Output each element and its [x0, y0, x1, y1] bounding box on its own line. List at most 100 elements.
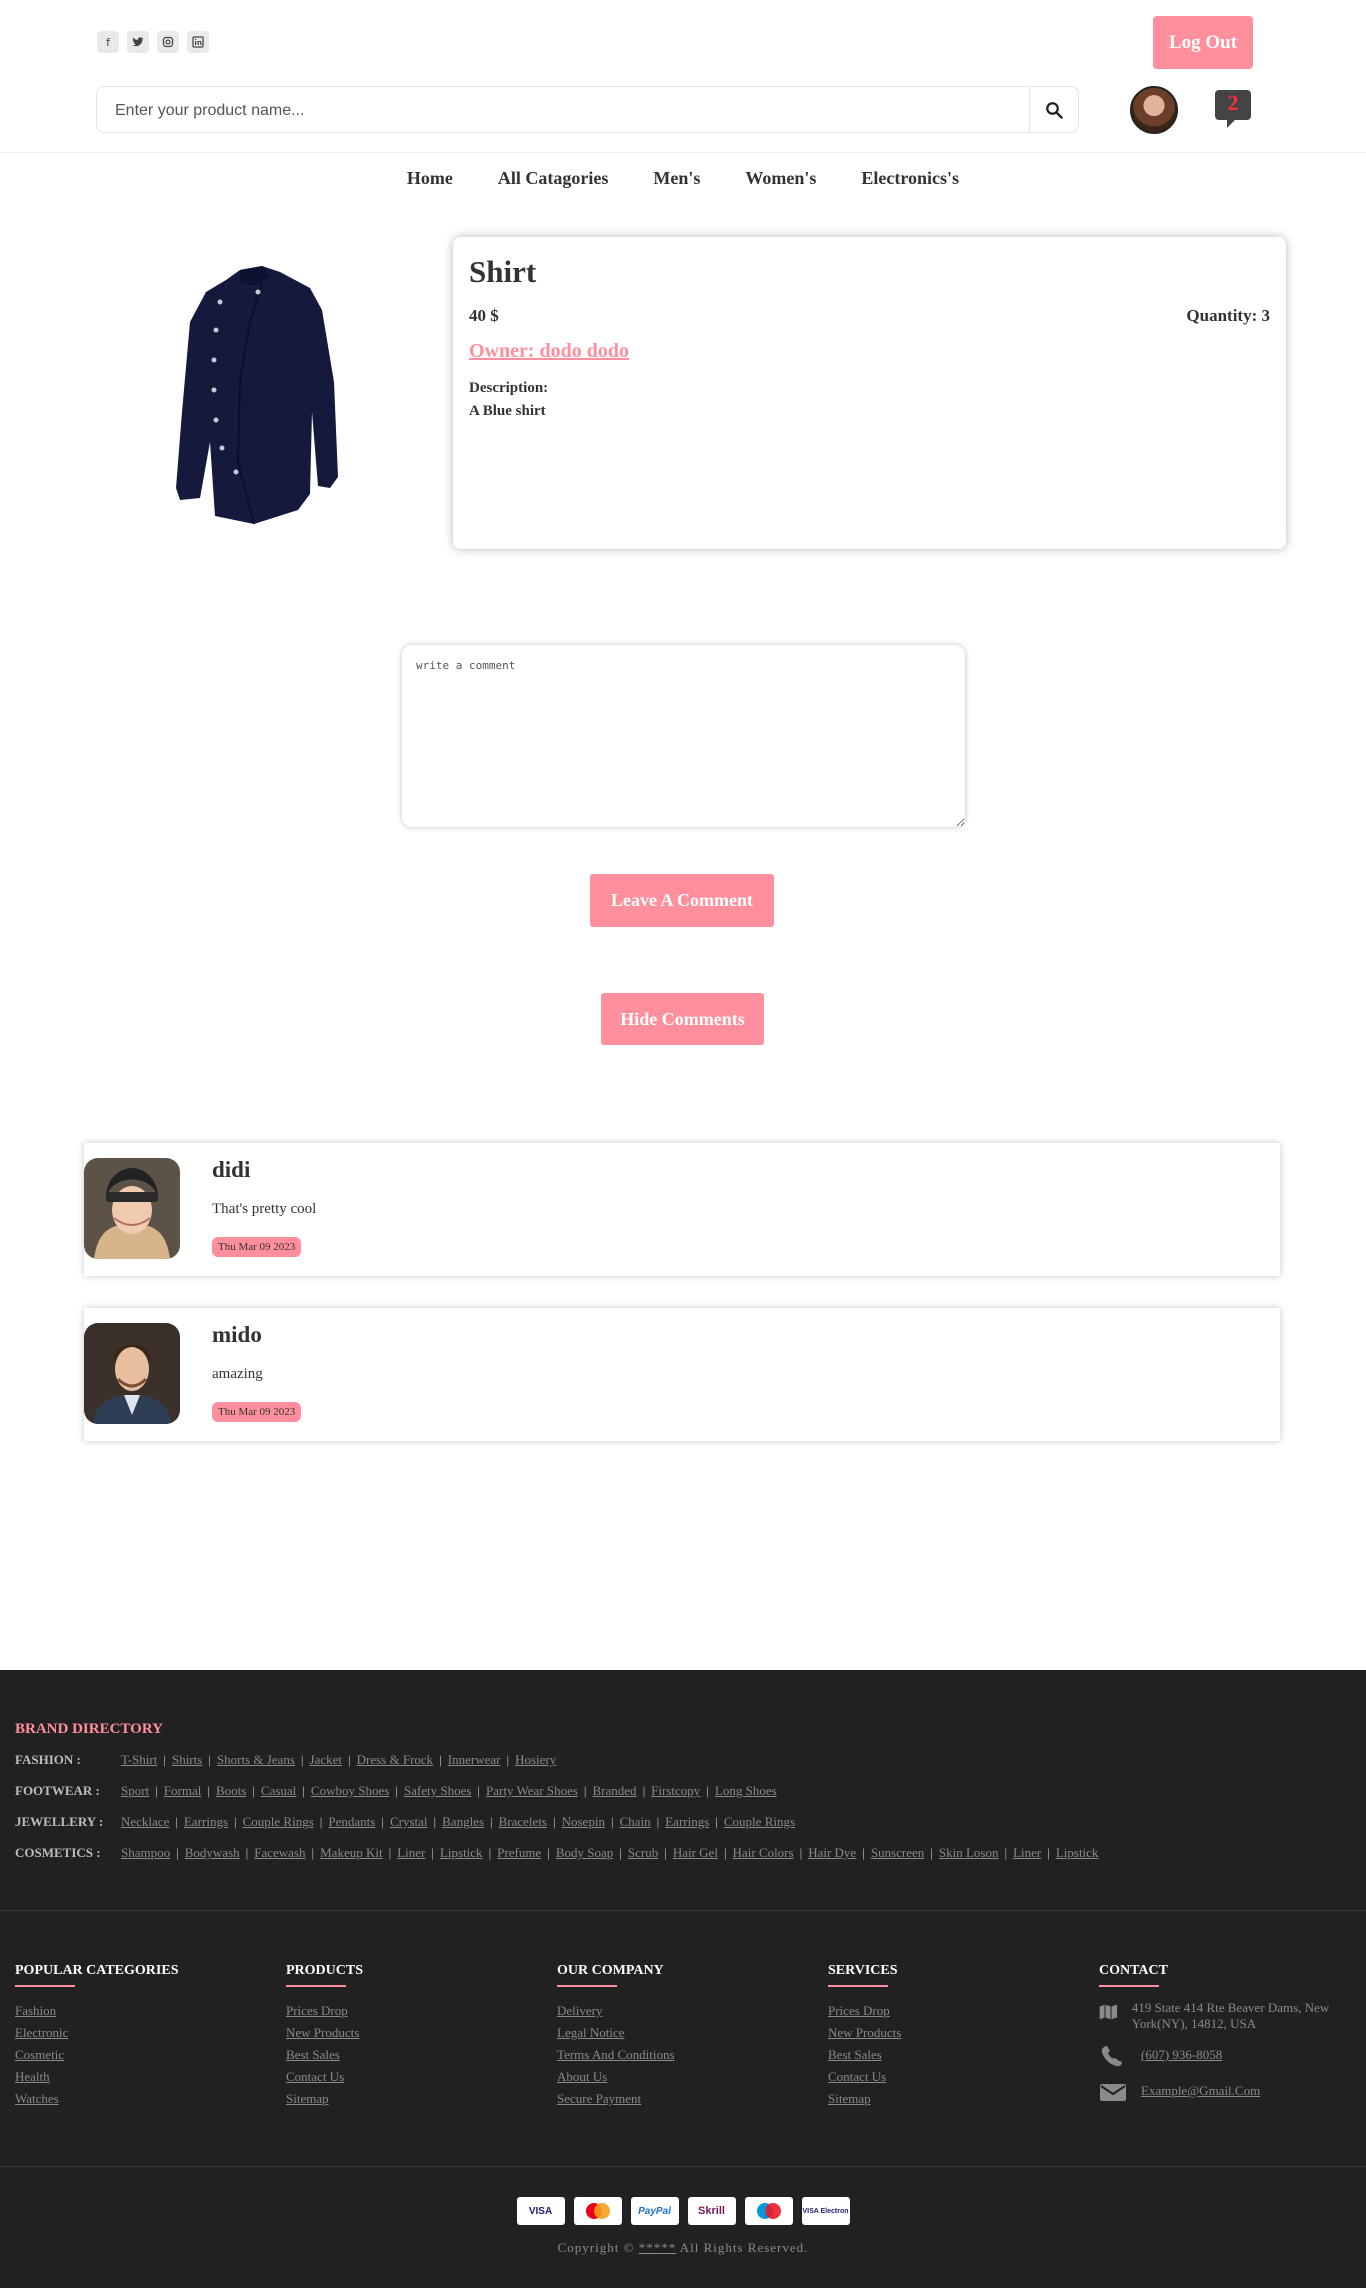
directory-link[interactable]: Lipstick	[1056, 1845, 1099, 1860]
directory-link[interactable]: Shampoo	[121, 1845, 170, 1860]
footer-link[interactable]: Health	[15, 2066, 265, 2088]
commenter-name: mido	[212, 1322, 262, 1347]
directory-link[interactable]: Couple Rings	[724, 1814, 795, 1829]
directory-link[interactable]: Skin Loson	[939, 1845, 999, 1860]
directory-link[interactable]: Liner	[1013, 1845, 1041, 1860]
contact-email-link[interactable]: Example@Gmail.Com	[1141, 2080, 1260, 2102]
instagram-icon[interactable]	[157, 31, 179, 53]
footer-link[interactable]: Prices Drop	[828, 2000, 1078, 2022]
directory-link[interactable]: Hair Gel	[673, 1845, 718, 1860]
directory-link[interactable]: Party Wear Shoes	[486, 1783, 578, 1798]
footer-link[interactable]: Contact Us	[828, 2066, 1078, 2088]
footer-link[interactable]: Sitemap	[828, 2088, 1078, 2110]
directory-separator: |	[433, 1814, 437, 1829]
directory-link[interactable]: T-Shirt	[121, 1752, 157, 1767]
nav-home[interactable]: Home	[407, 168, 453, 189]
payment-cards: VISA PayPal Skrill VISA Electron	[0, 2197, 1366, 2225]
comment-text: amazing	[212, 1366, 263, 1382]
directory-separator: |	[395, 1783, 398, 1798]
linkedin-icon[interactable]	[187, 31, 209, 53]
search-button[interactable]	[1029, 87, 1078, 132]
directory-link[interactable]: Cowboy Shoes	[311, 1783, 389, 1798]
comment-textarea[interactable]	[402, 645, 965, 827]
footer-link[interactable]: Secure Payment	[557, 2088, 807, 2110]
directory-link[interactable]: Dress & Frock	[357, 1752, 434, 1767]
directory-link[interactable]: Bangles	[442, 1814, 484, 1829]
contact-phone-link[interactable]: (607) 936-8058	[1141, 2044, 1222, 2066]
footer-link[interactable]: Prices Drop	[286, 2000, 536, 2022]
directory-link[interactable]: Necklace	[121, 1814, 169, 1829]
directory-link[interactable]: Long Shoes	[715, 1783, 777, 1798]
directory-link[interactable]: Earrings	[184, 1814, 228, 1829]
directory-link[interactable]: Bracelets	[499, 1814, 547, 1829]
directory-link[interactable]: Body Soap	[556, 1845, 613, 1860]
directory-link[interactable]: Boots	[216, 1783, 246, 1798]
footer-link[interactable]: Best Sales	[286, 2044, 536, 2066]
social-links: f	[97, 31, 209, 53]
logout-button[interactable]: Log Out	[1153, 16, 1253, 69]
directory-link[interactable]: Branded	[593, 1783, 637, 1798]
directory-link[interactable]: Sport	[121, 1783, 149, 1798]
directory-link[interactable]: Lipstick	[440, 1845, 483, 1860]
directory-link[interactable]: Formal	[164, 1783, 202, 1798]
nav-electronics[interactable]: Electronics's	[861, 168, 959, 189]
nav-all-categories[interactable]: All Catagories	[498, 168, 608, 189]
footer-link[interactable]: Sitemap	[286, 2088, 536, 2110]
footer-link[interactable]: Best Sales	[828, 2044, 1078, 2066]
directory-link[interactable]: Facewash	[254, 1845, 305, 1860]
directory-link[interactable]: Scrub	[628, 1845, 658, 1860]
skrill-card-icon: Skrill	[687, 2197, 736, 2225]
twitter-icon[interactable]	[127, 31, 149, 53]
footer-link[interactable]: New Products	[286, 2022, 536, 2044]
footer-link[interactable]: New Products	[828, 2022, 1078, 2044]
directory-link[interactable]: Liner	[397, 1845, 425, 1860]
directory-link[interactable]: Hosiery	[515, 1752, 556, 1767]
contact-address: 419 State 414 Rte Beaver Dams, New York(…	[1099, 2000, 1349, 2032]
footer-link[interactable]: Watches	[15, 2088, 265, 2110]
directory-link[interactable]: Crystal	[390, 1814, 428, 1829]
footer-link[interactable]: Cosmetic	[15, 2044, 265, 2066]
directory-link[interactable]: Hair Colors	[733, 1845, 794, 1860]
directory-link[interactable]: Casual	[261, 1783, 296, 1798]
hide-comments-button[interactable]: Hide Comments	[601, 993, 764, 1045]
footer-link[interactable]: Terms And Conditions	[557, 2044, 807, 2066]
facebook-icon[interactable]: f	[97, 31, 119, 53]
nav-womens[interactable]: Women's	[745, 168, 816, 189]
footer-link[interactable]: Contact Us	[286, 2066, 536, 2088]
directory-link[interactable]: Earrings	[665, 1814, 709, 1829]
directory-link[interactable]: Nosepin	[562, 1814, 605, 1829]
footer-link[interactable]: Fashion	[15, 2000, 265, 2022]
directory-link[interactable]: Prefume	[497, 1845, 541, 1860]
directory-link[interactable]: Chain	[620, 1814, 651, 1829]
footer-link[interactable]: Legal Notice	[557, 2022, 807, 2044]
notification-icon[interactable]: 2	[1215, 90, 1251, 128]
directory-link[interactable]: Jacket	[310, 1752, 342, 1767]
leave-comment-button[interactable]: Leave A Comment	[590, 874, 774, 927]
owner-link[interactable]: Owner: dodo dodo	[469, 340, 629, 363]
directory-separator: |	[302, 1783, 305, 1798]
directory-link[interactable]: Safety Shoes	[404, 1783, 472, 1798]
comment-card: mido amazing Thu Mar 09 2023	[84, 1308, 1280, 1441]
search-input[interactable]	[113, 87, 1127, 134]
directory-separator: |	[664, 1845, 667, 1860]
copyright-link[interactable]: *****	[639, 2240, 677, 2255]
directory-separator: |	[175, 1814, 178, 1829]
directory-link[interactable]: Shorts & Jeans	[217, 1752, 295, 1767]
directory-link[interactable]: Couple Rings	[243, 1814, 314, 1829]
directory-link[interactable]: Shirts	[172, 1752, 202, 1767]
nav-mens[interactable]: Men's	[653, 168, 700, 189]
directory-link[interactable]: Pendants	[328, 1814, 375, 1829]
footer-link[interactable]: About Us	[557, 2066, 807, 2088]
directory-separator: |	[252, 1783, 255, 1798]
directory-link[interactable]: Firstcopy	[651, 1783, 700, 1798]
directory-link[interactable]: Innerwear	[448, 1752, 501, 1767]
directory-link[interactable]: Bodywash	[185, 1845, 240, 1860]
footer-link[interactable]: Delivery	[557, 2000, 807, 2022]
directory-link[interactable]: Makeup Kit	[320, 1845, 382, 1860]
directory-link[interactable]: Sunscreen	[871, 1845, 924, 1860]
directory-separator: |	[642, 1783, 646, 1798]
directory-link[interactable]: Hair Dye	[808, 1845, 856, 1860]
footer-link[interactable]: Electronic	[15, 2022, 265, 2044]
user-avatar[interactable]	[1130, 86, 1178, 134]
directory-separator: |	[656, 1814, 660, 1829]
